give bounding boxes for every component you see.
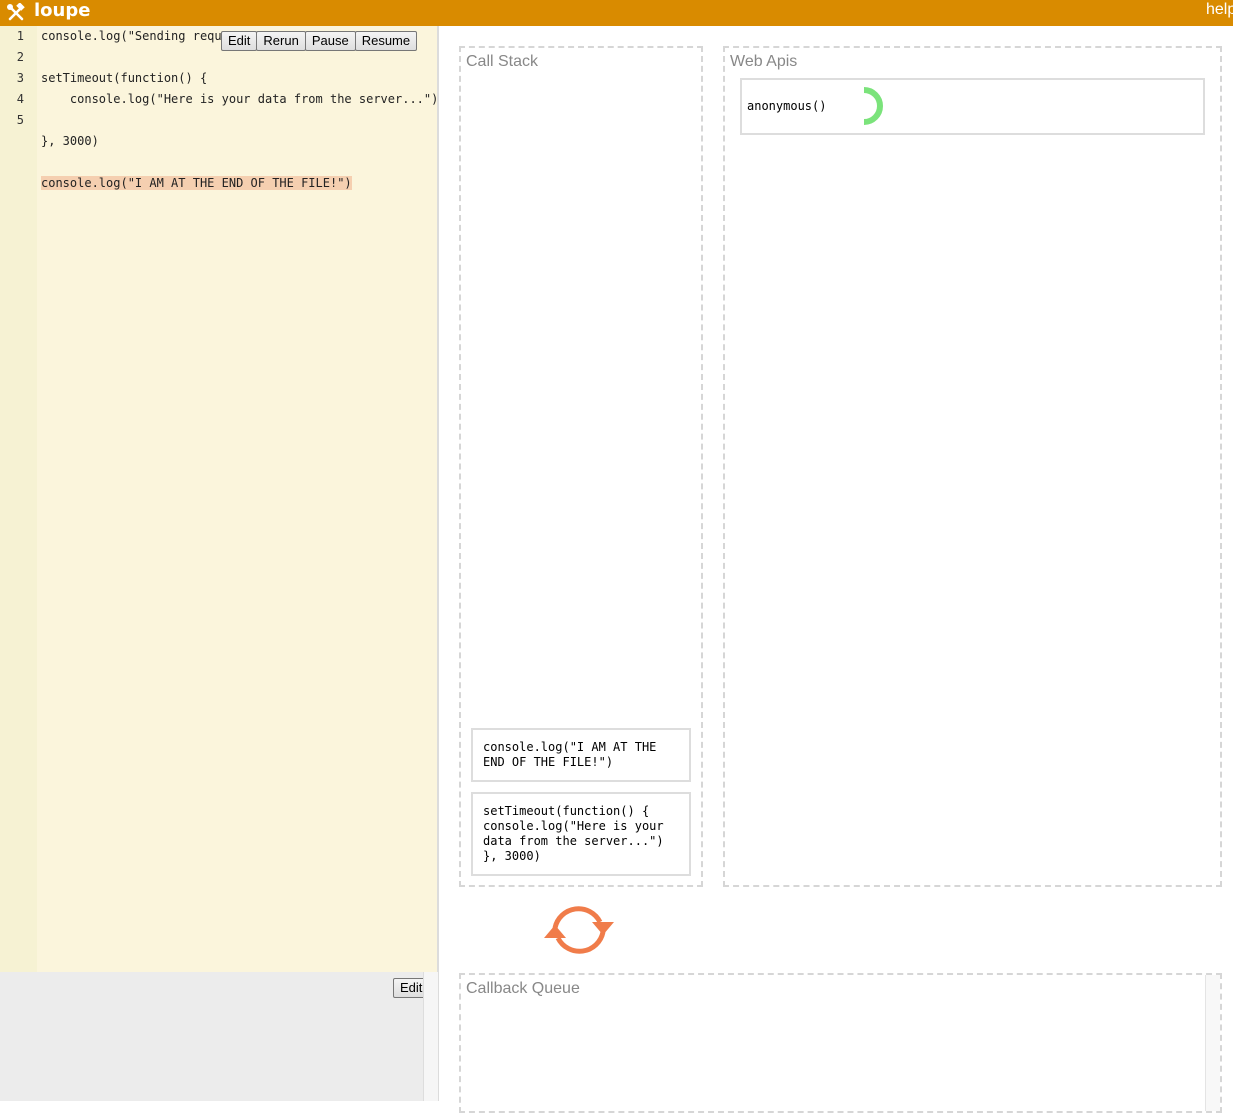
call-stack-title: Call Stack [466,53,539,70]
code-line[interactable]: setTimeout(function() { [41,71,207,85]
stack-frame[interactable]: setTimeout(function() { console.log("Her… [471,792,691,876]
resume-button[interactable]: Resume [354,31,418,51]
loop-arrows-icon [544,906,614,954]
app-logo-text: loupe [34,0,91,21]
highlighted-code-line[interactable]: console.log("I AM AT THE END OF THE FILE… [41,176,352,190]
edit-button[interactable]: Edit [221,31,258,51]
line-number: 1 [16,29,24,43]
line-number: 4 [16,92,24,106]
help-link[interactable]: help [1206,1,1233,19]
web-api-label: anonymous() [747,99,827,113]
line-number: 2 [16,50,24,64]
spinner-icon [863,87,883,125]
tools-icon [7,3,25,21]
code-line[interactable]: }, 3000) [41,134,99,148]
editor-divider[interactable] [437,26,439,1101]
pause-button[interactable]: Pause [304,31,356,51]
line-number: 3 [16,71,24,85]
console-panel: Edit [0,972,430,1101]
top-bar: loupe help [0,0,1233,26]
call-stack-panel: Call Stack console.log("I AM AT THE END … [459,46,703,887]
line-gutter: 1 2 3 4 5 [0,26,37,972]
editor-toolbar: Edit Rerun Pause Resume [221,31,418,51]
callback-queue-scrollbar[interactable] [1205,975,1220,1111]
web-api-entry[interactable]: anonymous() [740,78,1205,135]
callback-queue-panel: Callback Queue [459,973,1222,1113]
console-scrollbar[interactable] [423,972,438,1101]
rerun-button[interactable]: Rerun [256,31,306,51]
code-line[interactable]: console.log("Here is your data from the … [41,92,438,106]
code-editor[interactable]: 1 2 3 4 5 console.log("Sending requ setT… [0,26,438,972]
callback-queue-title: Callback Queue [466,980,580,997]
line-number: 5 [16,113,24,127]
stack-frame[interactable]: console.log("I AM AT THE END OF THE FILE… [471,728,691,782]
code-line[interactable]: console.log("Sending requ [41,29,222,43]
web-apis-panel: Web Apis anonymous() [723,46,1222,887]
web-apis-title: Web Apis [730,53,798,70]
